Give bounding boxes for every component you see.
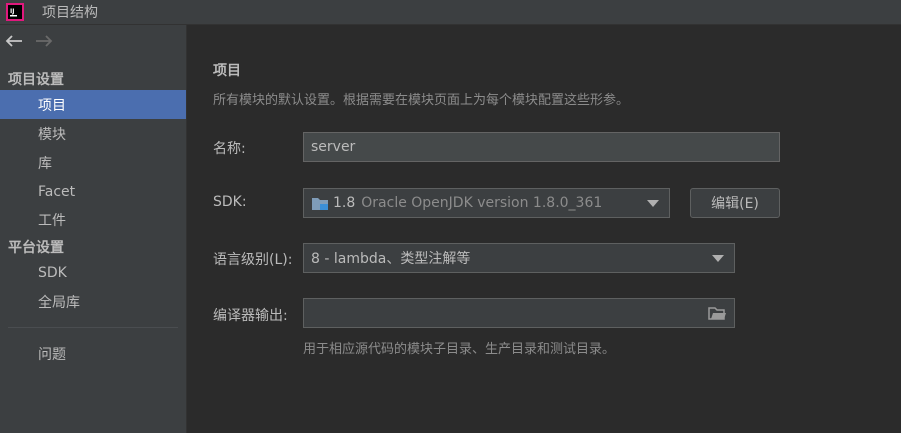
sidebar-divider bbox=[8, 327, 178, 328]
section-platform-settings: 平台设置 bbox=[8, 240, 64, 256]
sdk-version: Oracle OpenJDK version 1.8.0_361 bbox=[361, 195, 603, 211]
sidebar-item-artifacts[interactable]: 工件 bbox=[0, 205, 186, 234]
title-bar: IJ 项目结构 bbox=[0, 0, 901, 25]
page-title: 项目 bbox=[213, 63, 241, 79]
compiler-output-label: 编译器输出: bbox=[213, 308, 288, 324]
sidebar-item-label: 项目 bbox=[38, 97, 66, 114]
sidebar-item-label: 全局库 bbox=[38, 294, 80, 311]
sidebar-item-label: 模块 bbox=[38, 126, 66, 143]
sidebar-item-project[interactable]: 项目 bbox=[0, 90, 186, 119]
sidebar-item-label: 库 bbox=[38, 155, 52, 172]
nav-arrows bbox=[4, 31, 54, 51]
folder-icon bbox=[311, 196, 329, 211]
chevron-down-icon bbox=[647, 200, 659, 207]
sdk-label: SDK: bbox=[213, 194, 247, 210]
language-level-label: 语言级别(L): bbox=[213, 252, 293, 268]
back-arrow-icon[interactable] bbox=[4, 31, 24, 51]
language-level-dropdown[interactable]: 8 - lambda、类型注解等 bbox=[303, 243, 735, 273]
sidebar-item-global-libraries[interactable]: 全局库 bbox=[0, 287, 186, 316]
window-title: 项目结构 bbox=[42, 5, 98, 21]
compiler-output-hint: 用于相应源代码的模块子目录、生产目录和测试目录。 bbox=[303, 342, 616, 357]
sidebar-item-facet[interactable]: Facet bbox=[0, 177, 186, 206]
sidebar-item-libraries[interactable]: 库 bbox=[0, 148, 186, 177]
project-name-field[interactable]: server bbox=[303, 132, 780, 162]
svg-text:IJ: IJ bbox=[10, 8, 14, 15]
page-description: 所有模块的默认设置。根据需要在模块页面上为每个模块配置这些形参。 bbox=[213, 93, 630, 108]
section-project-settings: 项目设置 bbox=[8, 72, 64, 88]
sidebar-item-sdk[interactable]: SDK bbox=[0, 258, 186, 287]
sdk-dropdown[interactable]: 1.8 Oracle OpenJDK version 1.8.0_361 bbox=[303, 188, 670, 218]
sidebar: 项目设置 项目 模块 库 Facet 工件 平台设置 SDK 全局库 问题 bbox=[0, 25, 187, 433]
chevron-down-icon bbox=[712, 255, 724, 262]
name-label: 名称: bbox=[213, 141, 246, 157]
sdk-value: 1.8 bbox=[333, 195, 356, 211]
project-name-value: server bbox=[311, 139, 356, 155]
edit-button-label: 编辑(E) bbox=[711, 196, 759, 212]
language-level-value: 8 - lambda、类型注解等 bbox=[311, 251, 471, 267]
sidebar-item-modules[interactable]: 模块 bbox=[0, 119, 186, 148]
main-panel: 项目 所有模块的默认设置。根据需要在模块页面上为每个模块配置这些形参。 名称: … bbox=[187, 25, 901, 433]
sidebar-item-label: 工件 bbox=[38, 212, 66, 229]
sidebar-item-problems[interactable]: 问题 bbox=[0, 339, 186, 368]
sidebar-item-label: Facet bbox=[38, 183, 76, 200]
intellij-logo-icon: IJ bbox=[6, 3, 24, 21]
compiler-output-field[interactable] bbox=[303, 298, 735, 328]
sidebar-item-label: SDK bbox=[38, 264, 67, 281]
sidebar-item-label: 问题 bbox=[38, 346, 66, 363]
edit-sdk-button[interactable]: 编辑(E) bbox=[690, 188, 780, 218]
forward-arrow-icon[interactable] bbox=[34, 31, 54, 51]
folder-browse-icon[interactable] bbox=[708, 306, 726, 325]
